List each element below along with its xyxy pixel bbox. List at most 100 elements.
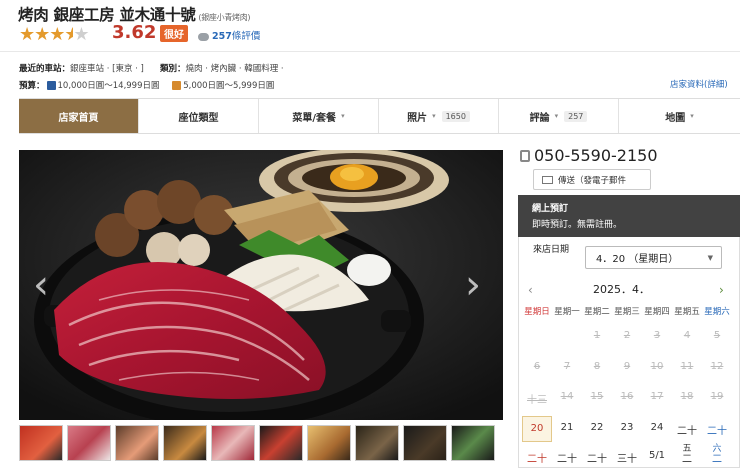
station-value[interactable]: 銀座車站 · [東京 · ]	[70, 64, 144, 74]
chevron-left-icon: ‹	[528, 283, 533, 297]
star-empty-icon: ★	[73, 24, 89, 45]
rating-badge: 很好	[160, 25, 188, 42]
calendar-day-past: 14	[560, 391, 574, 402]
review-count: 257	[212, 31, 232, 42]
calendar-day-past: 16	[620, 391, 634, 402]
review-suffix: 條評價	[231, 31, 261, 42]
review-count-link[interactable]: 257條評價	[198, 28, 260, 42]
calendar-day[interactable]: 5/1	[642, 450, 672, 461]
chevron-down-icon: ▼	[707, 253, 713, 262]
reservation-header: 網上預訂 即時預訂。無需註冊。	[518, 195, 740, 237]
weekday-3: 星期三	[614, 307, 640, 317]
calendar-day[interactable]: 二十	[672, 422, 702, 437]
star-filled-icon: ★★★	[19, 24, 65, 45]
calendar-day[interactable]: 二十	[702, 422, 732, 437]
calendar-day-past: 5	[713, 330, 721, 341]
thumbnail-2[interactable]	[67, 425, 111, 461]
category-value[interactable]: 燒肉 · 烤內臟 · 韓國料理 ·	[186, 64, 284, 74]
thumbnail-6[interactable]	[259, 425, 303, 461]
calendar-day-suffix: 六	[712, 444, 722, 454]
next-month-button[interactable]: ›	[719, 279, 724, 298]
chevron-down-icon: ▾	[690, 112, 694, 120]
rating-score: 3.62	[112, 22, 157, 43]
calendar-day-past: 1	[593, 330, 601, 341]
calendar-day-past: 12	[710, 361, 724, 372]
calendar-day-selected[interactable]: 20	[522, 416, 552, 442]
thumbnail-5[interactable]	[211, 425, 255, 461]
calendar-day[interactable]: 24	[642, 422, 672, 433]
prev-month-button[interactable]: ‹	[528, 279, 533, 298]
dinner-icon	[46, 81, 56, 90]
tab-reviews-label: 評論	[529, 112, 550, 124]
weekday-4: 星期四	[644, 307, 670, 317]
next-arrow-icon: ›	[465, 262, 481, 308]
calendar-day-past: 4	[683, 330, 691, 341]
tab-menu-label: 菜單/套餐	[292, 112, 337, 124]
shop-info-link[interactable]: 店家資料(詳細)	[670, 78, 728, 90]
photo-thumbnails	[19, 425, 495, 461]
calendar-day-past: 10	[650, 361, 664, 372]
calendar-day-past: 19	[710, 391, 724, 402]
calendar-day[interactable]: 22	[582, 422, 612, 433]
send-email-button[interactable]: 傳送（發電子郵件	[533, 169, 651, 190]
rating-stars: ★★★★★	[19, 24, 90, 45]
calendar-day[interactable]: 二十	[522, 450, 552, 465]
calendar-day-past: 8	[593, 361, 601, 372]
calendar-day-past: 17	[650, 391, 664, 402]
calendar-day[interactable]: 三十	[612, 450, 642, 465]
calendar-day-past: 6	[533, 361, 541, 372]
visit-date-label: 來店日期	[533, 245, 570, 255]
category-info: 類別：燒肉 · 烤內臟 · 韓國料理 ·	[160, 62, 284, 74]
calendar-day-suffix: 五	[682, 444, 692, 454]
photo-count: 1650	[441, 110, 470, 122]
calendar-day-past: 18	[680, 391, 694, 402]
tab-home[interactable]: 店家首頁	[19, 99, 139, 133]
station-info: 最近的車站：銀座車站 · [東京 · ]	[19, 62, 144, 74]
main-photo: ‹ ›	[19, 150, 503, 420]
tab-seats[interactable]: 座位類型	[139, 99, 259, 133]
dinner-budget: 10,000日圓～14,999日圓	[57, 81, 160, 91]
lunch-icon	[172, 81, 182, 90]
station-label: 最近的車站：	[19, 64, 71, 74]
tab-photos[interactable]: 照片 ▾ 1650	[379, 99, 499, 133]
weekday-2: 星期二	[584, 307, 610, 317]
thumbnail-3[interactable]	[115, 425, 159, 461]
calendar-day-past: 7	[563, 361, 571, 372]
tab-reviews[interactable]: 評論 ▾ 257	[499, 99, 619, 133]
thumbnail-4[interactable]	[163, 425, 207, 461]
sukiyaki-photo: ‹ ›	[19, 150, 503, 420]
thumbnail-10[interactable]	[451, 425, 495, 461]
tab-map-label: 地圖	[665, 112, 686, 124]
thumbnail-7[interactable]	[307, 425, 351, 461]
chevron-down-icon: ▾	[341, 112, 345, 120]
thumbnail-9[interactable]	[403, 425, 447, 461]
weekday-6: 星期六	[704, 307, 730, 317]
prev-arrow-icon: ‹	[33, 262, 49, 308]
phone-text[interactable]: 050-5590-2150	[534, 146, 658, 165]
calendar-day[interactable]: 二十	[582, 450, 612, 465]
reservation-title: 網上預訂	[532, 204, 569, 214]
weekday-5: 星期五	[674, 307, 700, 317]
thumbnail-1[interactable]	[19, 425, 63, 461]
weekday-0: 星期日	[524, 307, 550, 317]
calendar-day-past: 2	[623, 330, 631, 341]
review-tab-count: 257	[564, 110, 588, 122]
title-subtitle: (銀座小青烤肉)	[198, 13, 251, 22]
budget-label: 預算：	[19, 81, 45, 91]
mail-icon	[542, 175, 553, 184]
calendar-month: 2025．4．	[593, 283, 650, 296]
calendar-day-past: 15	[590, 391, 604, 402]
budget-info: 預算： 10,000日圓～14,999日圓 5,000日圓～5,999日圓	[19, 79, 274, 91]
thumbnail-8[interactable]	[355, 425, 399, 461]
title-text: 烤肉 銀座工房 並木通十號	[18, 6, 196, 24]
tab-menu[interactable]: 菜單/套餐 ▾	[259, 99, 379, 133]
calendar-day[interactable]: 二十	[552, 450, 582, 465]
calendar-day[interactable]: 21	[552, 422, 582, 433]
tab-map[interactable]: 地圖 ▾	[619, 99, 740, 133]
phone-icon	[520, 150, 530, 162]
calendar-day[interactable]: 23	[612, 422, 642, 433]
divider	[0, 51, 740, 52]
visit-date-select[interactable]: 4．20 （星期日） ▼	[585, 246, 722, 269]
chevron-right-icon: ›	[719, 283, 724, 297]
chevron-down-icon: ▾	[432, 112, 436, 120]
